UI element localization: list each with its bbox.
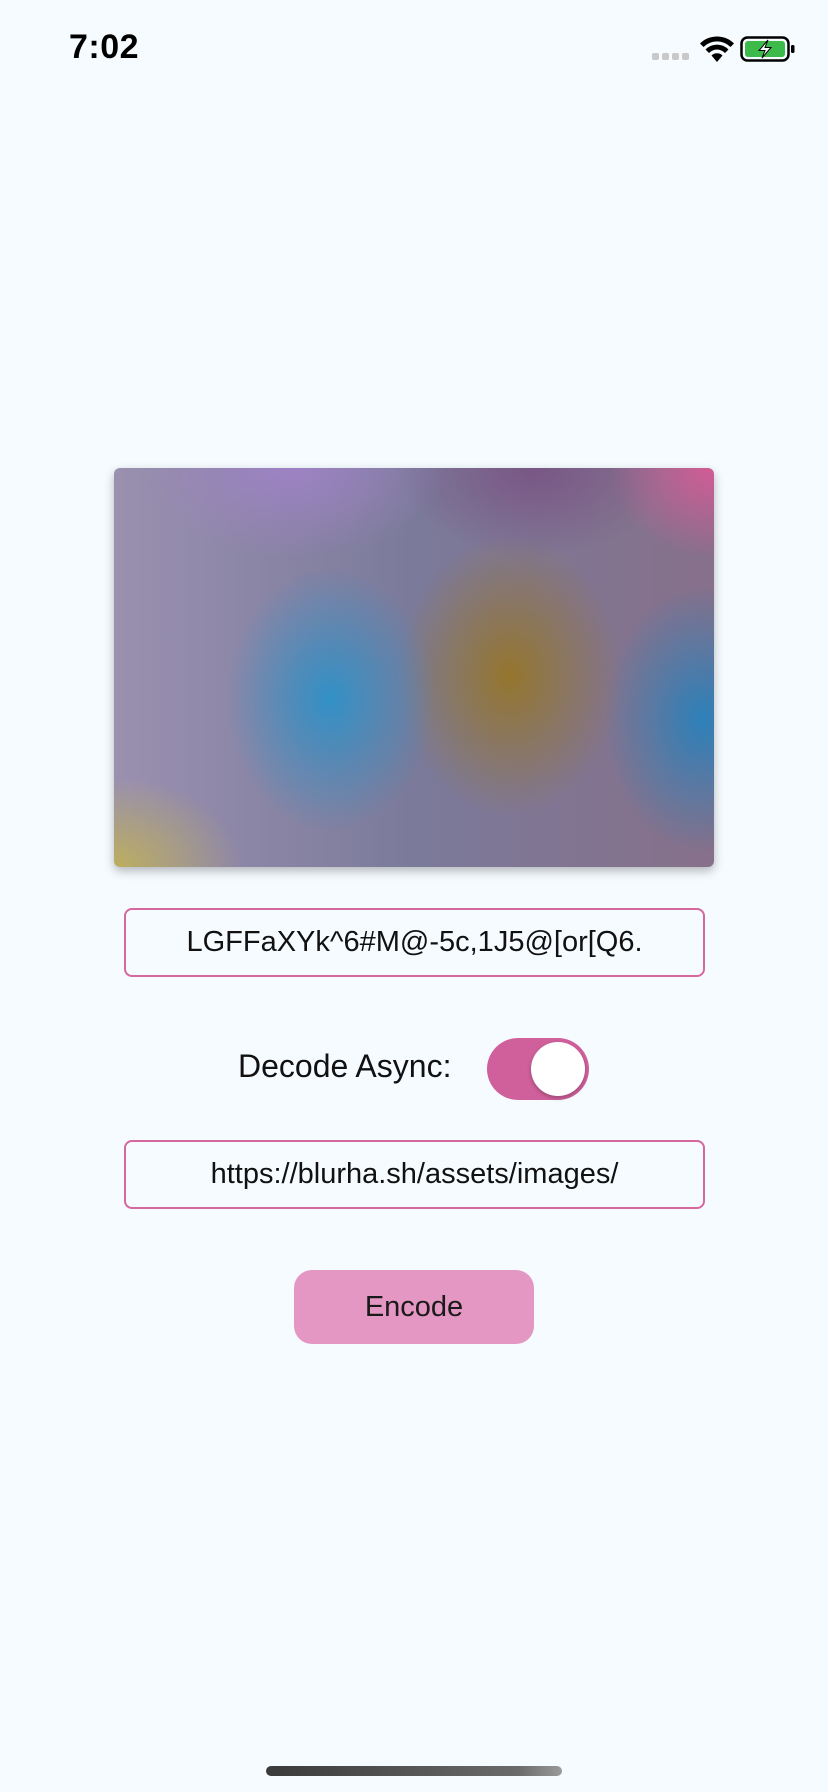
status-time: 7:02 <box>69 28 140 66</box>
decode-async-toggle[interactable] <box>487 1038 589 1100</box>
decode-async-label: Decode Async: <box>238 1048 452 1084</box>
cellular-signal-icon <box>652 53 690 61</box>
wifi-icon <box>700 36 734 62</box>
blurhash-preview-image <box>114 468 714 867</box>
battery-charging-icon <box>740 36 796 62</box>
encode-button[interactable]: Encode <box>294 1270 534 1344</box>
toggle-knob <box>531 1042 585 1096</box>
image-url-input[interactable] <box>124 1140 705 1209</box>
home-indicator[interactable] <box>266 1766 562 1776</box>
blurhash-input[interactable] <box>124 908 705 977</box>
